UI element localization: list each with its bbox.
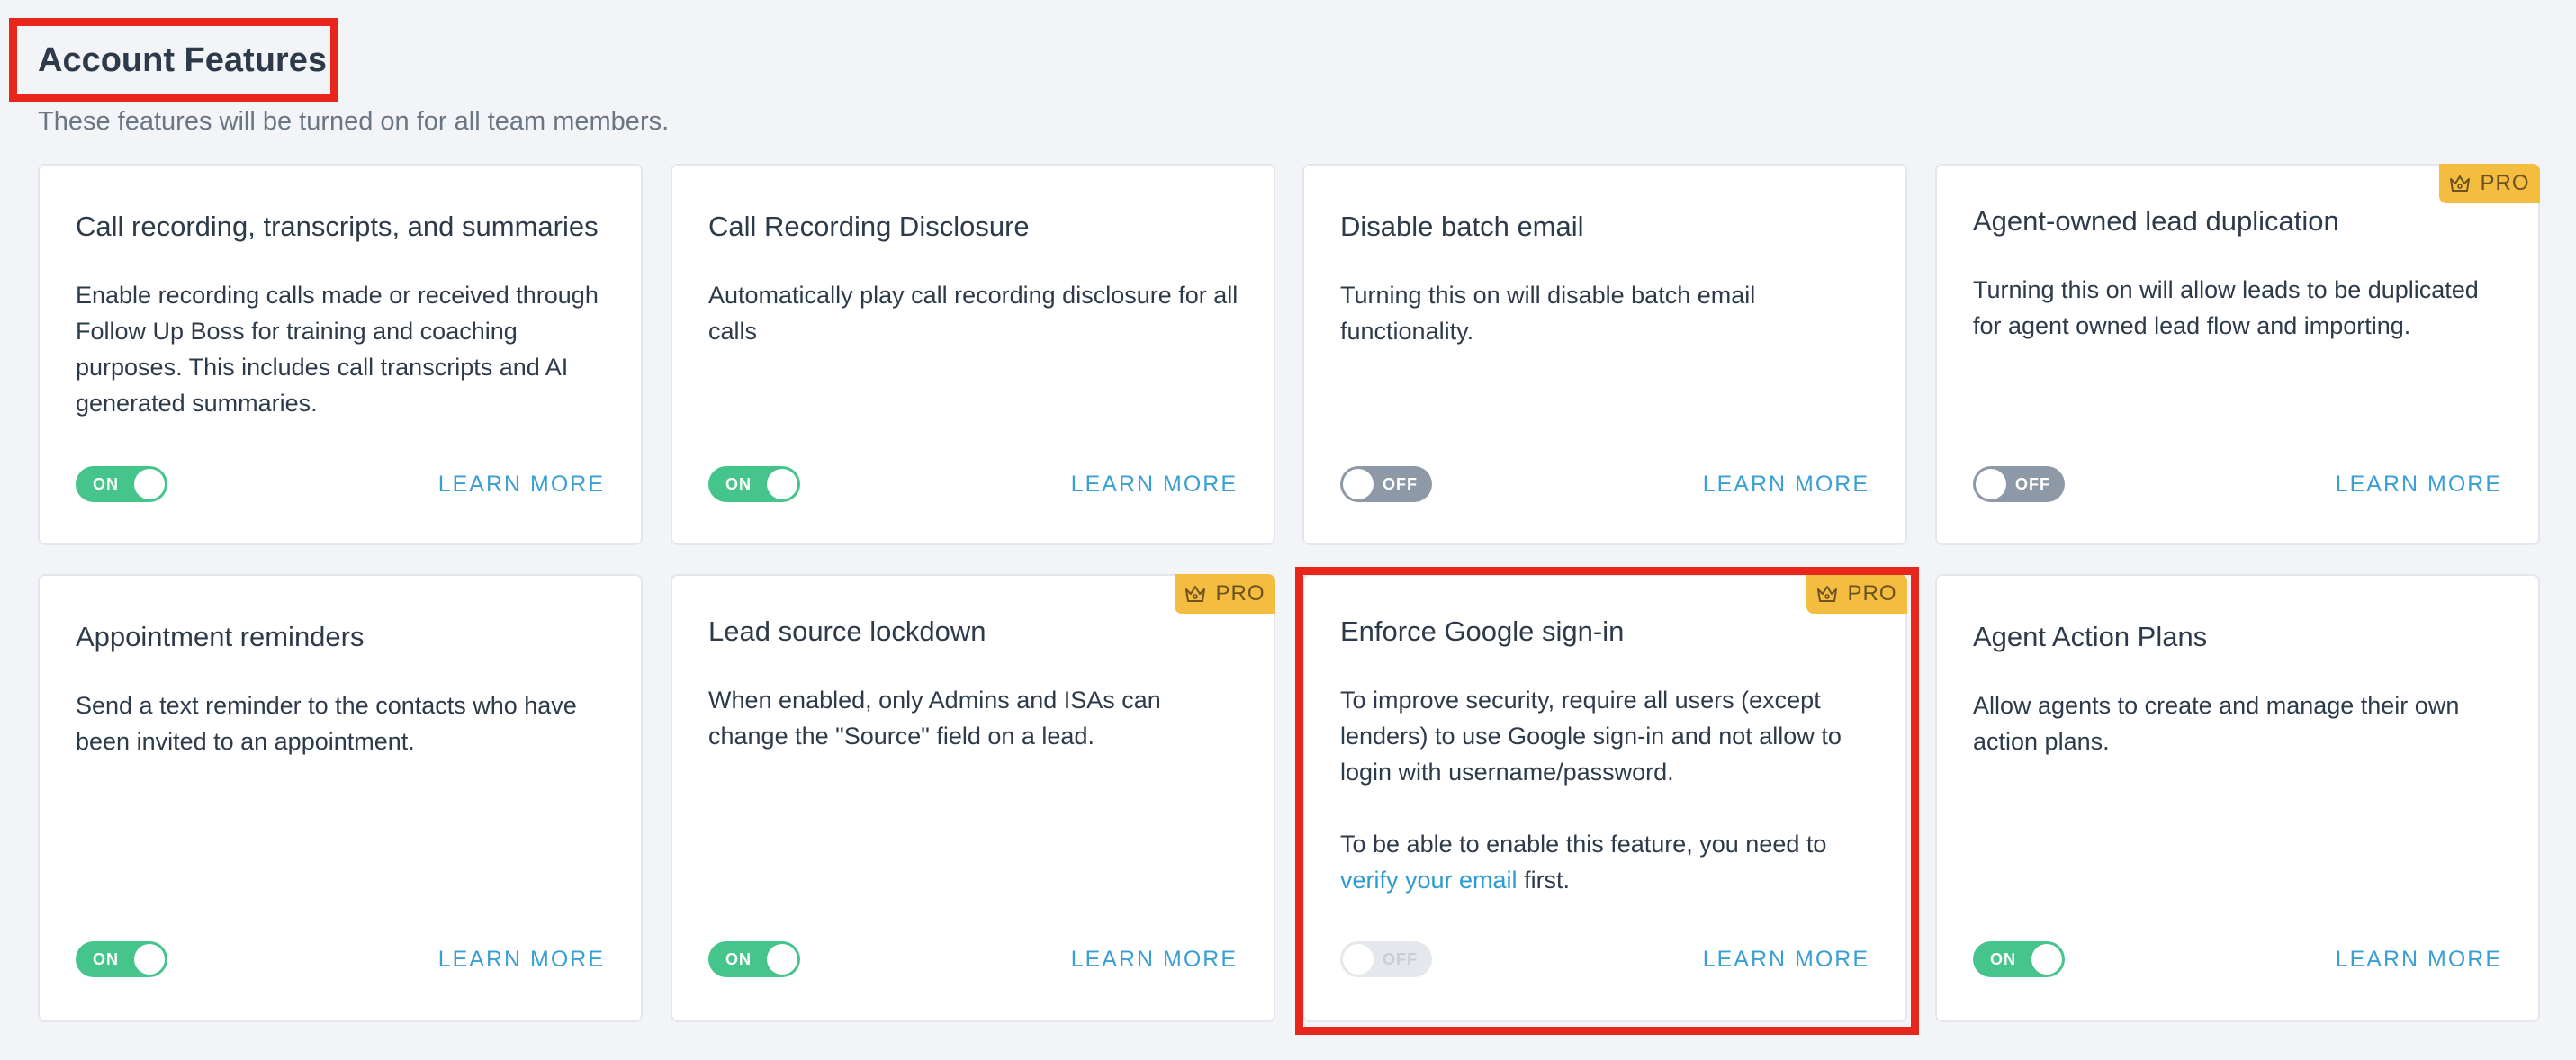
toggle-state-label: OFF [2015, 475, 2050, 493]
feature-description: Enable recording calls made or received … [76, 282, 599, 417]
toggle-state-label: ON [93, 475, 119, 493]
feature-description: To improve security, require all users (… [1340, 687, 1842, 786]
learn-more-link[interactable]: LEARN MORE [2336, 941, 2502, 977]
toggle-state-label: ON [725, 475, 752, 493]
learn-more-link[interactable]: LEARN MORE [1703, 466, 1869, 502]
learn-more-link[interactable]: LEARN MORE [438, 941, 605, 977]
feature-toggle[interactable]: OFF [1973, 466, 2065, 502]
pro-badge: PRO [2439, 164, 2540, 203]
toggle-state-label: OFF [1383, 950, 1418, 968]
feature-title: Agent-owned lead duplication [1973, 205, 2339, 237]
feature-card-appointment-reminders: Appointment reminders Send a text remind… [38, 574, 643, 1022]
toggle-knob [1343, 944, 1374, 975]
feature-title: Agent Action Plans [1973, 621, 2208, 652]
feature-description-block: To improve security, require all users (… [1340, 682, 1873, 898]
page-title: Account Features [38, 41, 327, 79]
feature-description: Automatically play call recording disclo… [708, 282, 1238, 345]
feature-description: Send a text reminder to the contacts who… [76, 692, 577, 755]
feature-title: Call Recording Disclosure [708, 211, 1030, 242]
feature-card-agent-owned-lead-duplication: PRO Agent-owned lead duplication Turning… [1935, 164, 2540, 545]
toggle-state-label: ON [93, 950, 119, 968]
feature-description: Turning this on will allow leads to be d… [1973, 276, 2479, 339]
feature-card-agent-action-plans: Agent Action Plans Allow agents to creat… [1935, 574, 2540, 1022]
toggle-knob [1976, 469, 2006, 499]
crown-icon [1185, 586, 1206, 602]
feature-title: Appointment reminders [76, 621, 365, 652]
feature-card-call-recording: Call recording, transcripts, and summari… [38, 164, 643, 545]
feature-card-call-recording-disclosure: Call Recording Disclosure Automatically … [671, 164, 1275, 545]
toggle-knob [767, 469, 797, 499]
verify-email-link[interactable]: verify your email [1340, 867, 1518, 894]
learn-more-link[interactable]: LEARN MORE [1071, 466, 1238, 502]
pro-badge: PRO [1806, 574, 1907, 614]
feature-title: Lead source lockdown [708, 615, 986, 647]
toggle-knob [2031, 944, 2062, 975]
feature-title: Disable batch email [1340, 211, 1584, 242]
feature-card-disable-batch-email: Disable batch email Turning this on will… [1302, 164, 1907, 545]
learn-more-link[interactable]: LEARN MORE [1071, 941, 1238, 977]
verification-note: To be able to enable this feature, you n… [1340, 826, 1873, 898]
toggle-state-label: ON [1990, 950, 2016, 968]
feature-toggle[interactable]: ON [708, 466, 800, 502]
feature-description: When enabled, only Admins and ISAs can c… [708, 687, 1161, 750]
pro-label: PRO [1847, 581, 1897, 606]
pro-label: PRO [1215, 581, 1265, 606]
pro-badge: PRO [1175, 574, 1275, 614]
note-text-before: To be able to enable this feature, you n… [1340, 831, 1827, 858]
feature-card-lead-source-lockdown: PRO Lead source lockdown When enabled, o… [671, 574, 1275, 1022]
page-subtitle: These features will be turned on for all… [38, 107, 670, 136]
feature-toggle[interactable]: ON [76, 466, 167, 502]
note-text-after: first. [1517, 867, 1571, 894]
toggle-knob [134, 944, 165, 975]
account-features-page: Account Features These features will be … [0, 0, 2576, 1060]
feature-card-enforce-google-sign-in: PRO Enforce Google sign-in To improve se… [1302, 574, 1907, 1022]
learn-more-link[interactable]: LEARN MORE [438, 466, 605, 502]
toggle-state-label: OFF [1383, 475, 1418, 493]
feature-toggle[interactable]: OFF [1340, 466, 1432, 502]
feature-toggle[interactable]: ON [76, 941, 167, 977]
toggle-knob [134, 469, 165, 499]
feature-toggle[interactable]: ON [708, 941, 800, 977]
pro-label: PRO [2480, 171, 2530, 195]
learn-more-link[interactable]: LEARN MORE [2336, 466, 2502, 502]
feature-description: Turning this on will disable batch email… [1340, 282, 1756, 345]
toggle-knob [1343, 469, 1374, 499]
feature-title: Enforce Google sign-in [1340, 615, 1625, 647]
toggle-knob [767, 944, 797, 975]
toggle-state-label: ON [725, 950, 752, 968]
crown-icon [1817, 586, 1838, 602]
feature-description: Allow agents to create and manage their … [1973, 692, 2460, 755]
crown-icon [2450, 175, 2471, 192]
learn-more-link[interactable]: LEARN MORE [1703, 941, 1869, 977]
feature-toggle[interactable]: ON [1973, 941, 2065, 977]
feature-title: Call recording, transcripts, and summari… [76, 211, 599, 242]
feature-toggle: OFF [1340, 941, 1432, 977]
